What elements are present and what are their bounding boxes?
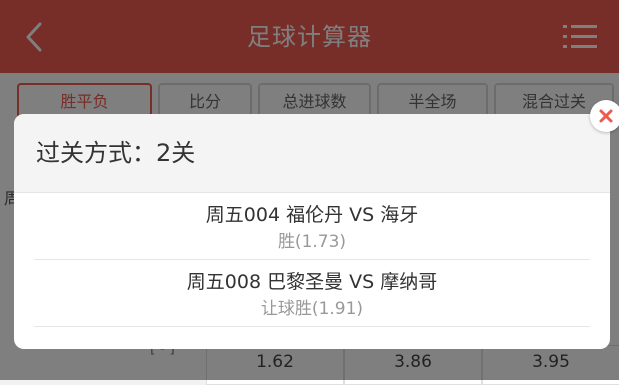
list-item: 周五004 福伦丹 VS 海牙 胜(1.73)	[34, 193, 590, 260]
match-pick: 让球胜(1.91)	[260, 299, 364, 319]
list-item: 周五008 巴黎圣曼 VS 摩纳哥 让球胜(1.91)	[34, 260, 590, 327]
popup-title: 过关方式：2关	[36, 139, 196, 167]
match-name: 周五008 巴黎圣曼 VS 摩纳哥	[186, 271, 438, 293]
match-pick: 胜(1.73)	[277, 232, 347, 252]
popup-close-button[interactable]	[590, 100, 619, 132]
match-name: 周五004 福伦丹 VS 海牙	[205, 204, 419, 226]
parlay-popup: 过关方式：2关 周五004 福伦丹 VS 海牙 胜(1.73) 周五008 巴黎…	[14, 114, 610, 349]
popup-header: 过关方式：2关	[14, 114, 610, 193]
close-icon	[599, 109, 613, 123]
